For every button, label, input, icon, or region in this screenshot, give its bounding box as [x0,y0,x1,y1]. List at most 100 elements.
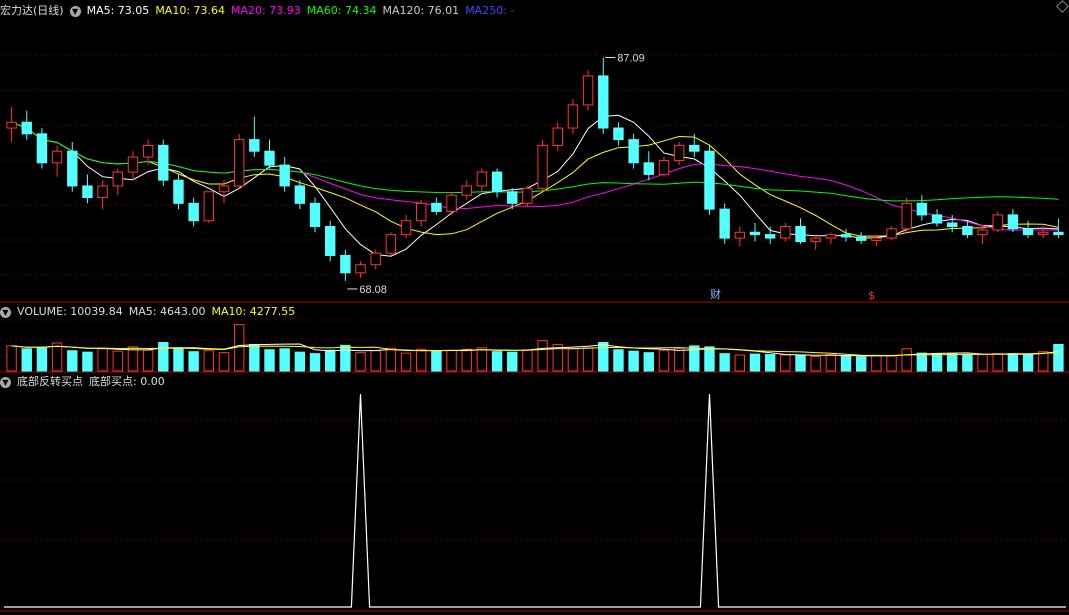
finance-marker[interactable]: 财 [710,287,721,301]
candle-body [431,202,442,212]
volume-bar [249,343,260,372]
ma20-line [11,121,1059,231]
candle-body [764,234,776,239]
candle-body [1007,214,1019,230]
candle-body [476,171,488,187]
candle-body [446,194,457,212]
volume-bar [491,351,503,372]
candle-body [340,254,351,274]
volume-bar [264,349,275,372]
volume-bar [901,348,912,372]
candle-body [643,162,654,175]
volume-bar [673,347,685,372]
volume-bar [112,350,123,372]
candle-body [67,150,78,187]
chevron-down-icon[interactable]: ▼ [0,306,11,318]
volume-bar [294,351,306,372]
candle-body [36,133,48,164]
candle-body [264,150,275,166]
stock-title: 宏力达(日线) [0,4,64,17]
candle-body [400,220,412,236]
volume-bar [962,354,973,372]
volume-bar [719,353,730,372]
volume-bar [1022,353,1034,372]
indicator-line [4,393,1066,608]
candle-body [916,202,928,216]
chevron-down-icon[interactable]: ▼ [0,376,11,388]
volume-bar [749,353,761,372]
volume-bar [416,348,427,372]
chevron-down-icon[interactable]: ▼ [69,5,81,17]
candle-body [355,264,366,274]
ma5-value: MA5: 73.05 [86,4,150,17]
candle-body [704,150,715,210]
volume-bar [400,352,412,372]
candle-body [582,75,594,106]
candle-body [233,139,245,187]
ma20-value: MA20: 73.93 [231,4,301,17]
volume-bar [173,347,184,372]
candle-body [992,214,1003,231]
volume-bar [82,351,93,372]
candle-body [461,185,472,196]
dividend-marker[interactable]: $ [868,289,875,302]
candle-body [689,144,700,152]
volume-bar [51,342,63,372]
volume-bar [127,346,139,372]
candle-body [567,104,579,129]
volume-bar [507,351,518,372]
volume-bar [446,349,457,372]
candle-body [324,226,336,256]
volume-bars[interactable] [6,324,1064,372]
volume-ma5-value: MA5: 4643.00 [128,305,206,318]
volume-bar [704,346,715,372]
volume-bar [886,355,897,372]
candle-body [855,236,867,241]
ma5-line [11,114,1059,257]
volume-bar [977,354,988,372]
candle-body [795,226,806,243]
candle-body [203,191,215,222]
candle-body [6,121,17,129]
high-price-label: 87.09 [617,52,645,64]
candle-body [628,139,639,164]
candle-body [947,222,958,227]
candle-body [142,144,154,158]
indicator-panel-header: ▼ 底部反转买点 底部买点: 0.00 [0,374,171,390]
volume-bar [36,346,48,372]
candle-body [537,144,548,189]
volume-bar [218,352,230,372]
candle-body [294,185,306,204]
candle-body [780,226,791,239]
candle-body [112,171,123,187]
candle-body [1053,231,1064,236]
candle-body [309,202,321,227]
ma60-line [11,121,1059,202]
candle-body [416,202,427,222]
volume-bar [871,355,882,372]
volume-bar [158,342,169,372]
volume-bar [598,342,609,372]
volume-bar [931,353,943,372]
candlesticks[interactable] [6,57,1064,281]
volume-bar [431,350,442,372]
candle-body [977,229,988,236]
volume-bar [795,355,806,372]
candle-body [871,237,882,241]
candle-body [734,231,746,239]
volume-bar [840,355,852,372]
candle-body [1022,228,1034,236]
candle-body [218,185,230,193]
volume-bar [643,352,654,372]
volume-bar [461,348,472,372]
buy-signal-line [4,393,1066,608]
volume-bar [385,347,397,372]
volume-bar [188,351,199,372]
candle-body [127,156,139,173]
candle-body [552,127,563,146]
volume-bar [947,353,958,372]
volume-bar [370,350,381,372]
volume-bar [825,354,837,372]
volume-bar [764,354,776,372]
candle-body [719,208,730,239]
